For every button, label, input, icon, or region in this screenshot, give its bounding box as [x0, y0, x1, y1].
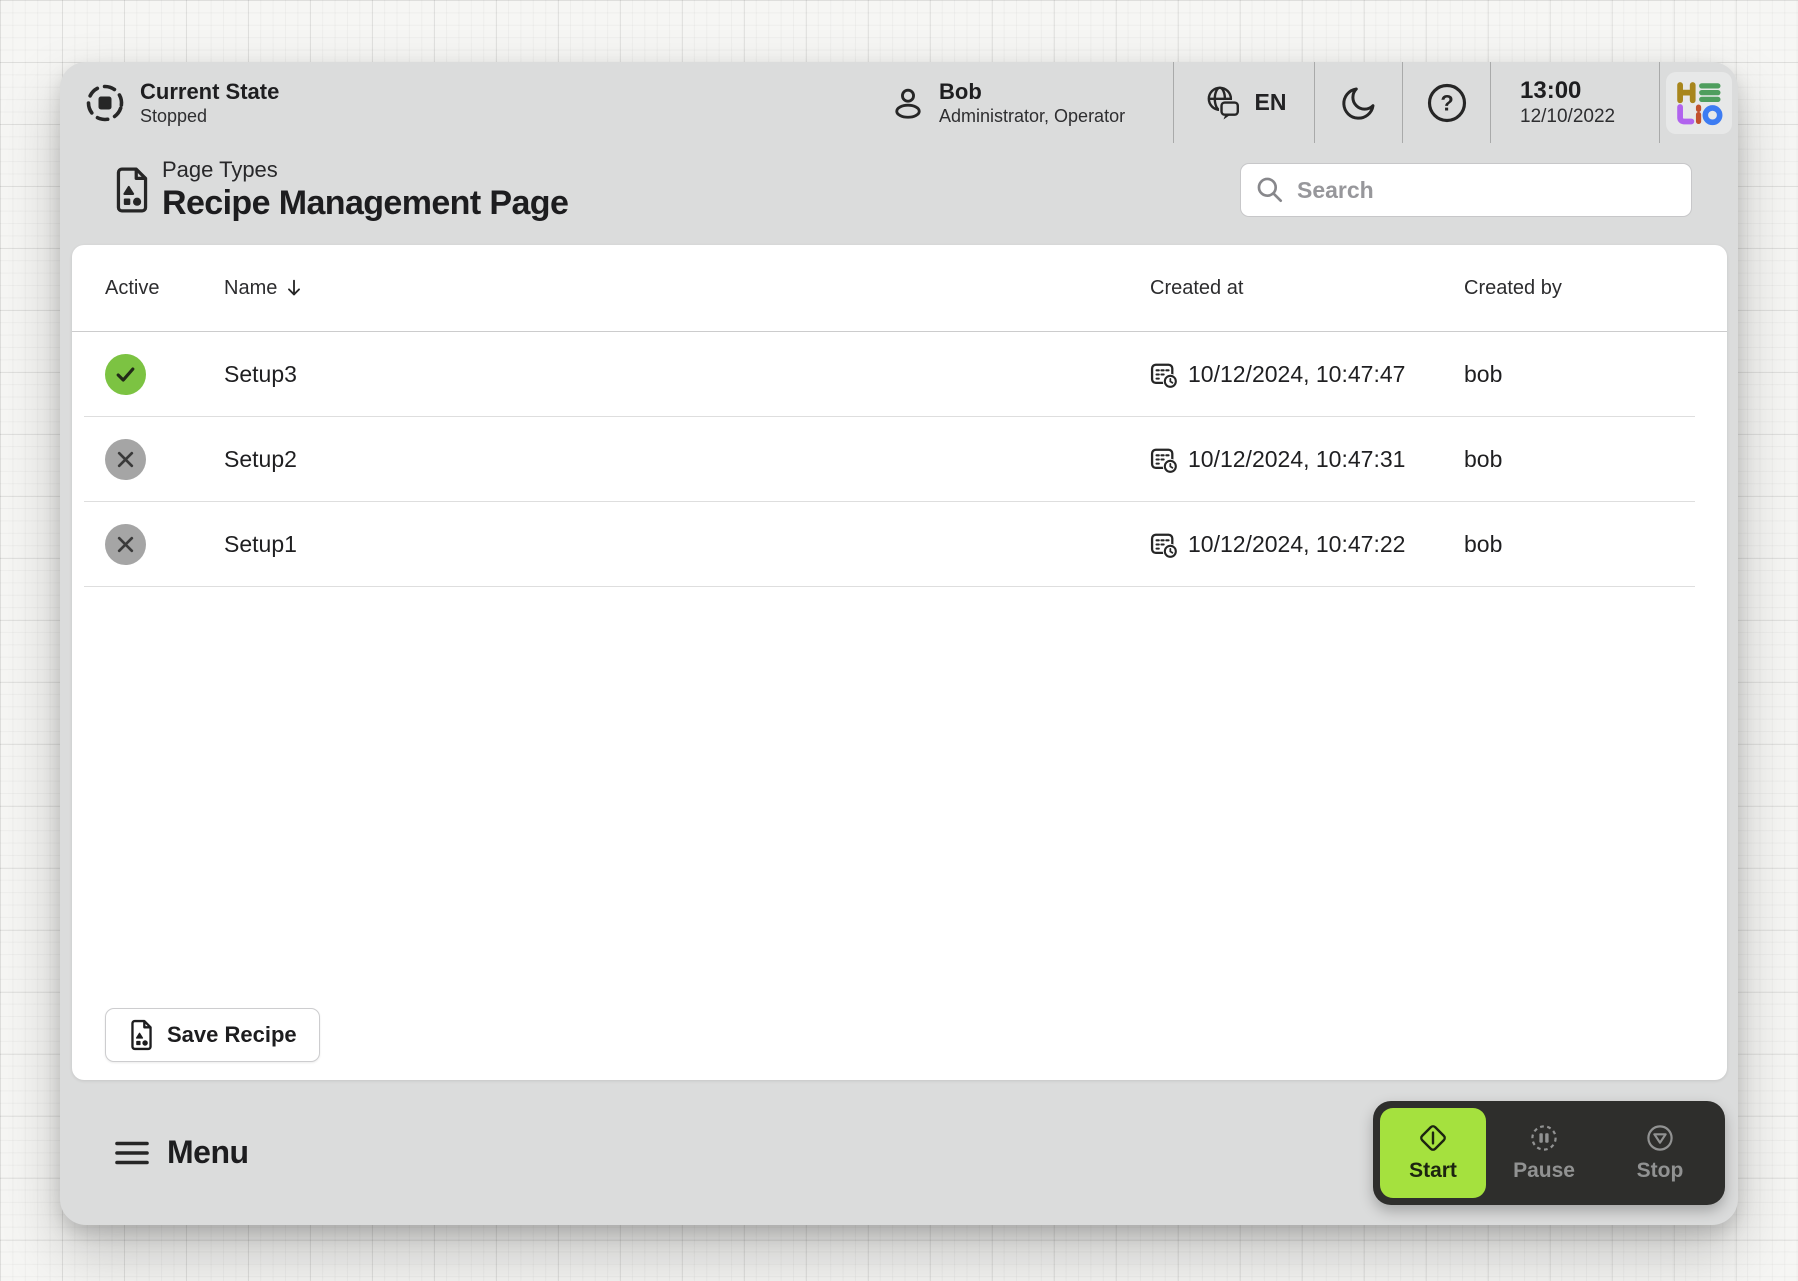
- clock-display: 13:00 12/10/2022: [1491, 62, 1659, 143]
- active-check-icon: [105, 354, 146, 395]
- created-at-value: 10/12/2024, 10:47:22: [1188, 531, 1405, 558]
- page-header: Page Types Recipe Management Page: [60, 143, 1738, 245]
- dark-mode-toggle[interactable]: [1315, 62, 1402, 143]
- inactive-x-icon: [105, 439, 146, 480]
- recipe-name: Setup1: [224, 531, 1126, 558]
- stopped-state-icon: [83, 81, 127, 125]
- created-at-value: 10/12/2024, 10:47:31: [1188, 446, 1405, 473]
- start-icon: [1417, 1122, 1449, 1154]
- language-value: EN: [1255, 89, 1287, 116]
- pause-icon: [1528, 1122, 1560, 1154]
- user-name: Bob: [939, 79, 1125, 104]
- current-state-value: Stopped: [140, 106, 279, 127]
- column-header-created-by: Created by: [1464, 277, 1694, 300]
- table-body: Setup3 10/12/2024, 10:47:47 bob: [72, 332, 1727, 587]
- date-value: 12/10/2022: [1520, 106, 1615, 128]
- svg-text:?: ?: [1440, 90, 1453, 115]
- table-row[interactable]: Setup1 10/12/2024, 10:47:22 bob: [72, 502, 1727, 587]
- help-button[interactable]: ?: [1403, 62, 1490, 143]
- save-recipe-label: Save Recipe: [167, 1022, 297, 1048]
- help-icon: ?: [1426, 82, 1468, 124]
- breadcrumb: Page Types: [162, 158, 568, 182]
- hamburger-menu-icon: [115, 1139, 149, 1167]
- current-state-indicator: Current State Stopped: [60, 62, 279, 143]
- machine-controls: Start Pause: [1373, 1101, 1725, 1205]
- calendar-clock-icon: [1150, 531, 1178, 559]
- menu-button[interactable]: Menu: [115, 1134, 249, 1171]
- page-type-icon: [112, 166, 152, 214]
- helio-logo: [1660, 62, 1738, 143]
- created-at-value: 10/12/2024, 10:47:47: [1188, 361, 1405, 388]
- save-recipe-button[interactable]: Save Recipe: [105, 1008, 320, 1062]
- stop-icon: [1644, 1122, 1676, 1154]
- column-header-name[interactable]: Name: [224, 277, 1126, 300]
- stop-button[interactable]: Stop: [1602, 1108, 1718, 1198]
- start-button[interactable]: Start: [1380, 1108, 1486, 1198]
- time-value: 13:00: [1520, 77, 1615, 105]
- table-row[interactable]: Setup3 10/12/2024, 10:47:47 bob: [72, 332, 1727, 417]
- table-row[interactable]: Setup2 10/12/2024, 10:47:31 bob: [72, 417, 1727, 502]
- language-selector[interactable]: EN: [1174, 62, 1314, 143]
- calendar-clock-icon: [1150, 446, 1178, 474]
- start-label: Start: [1409, 1159, 1457, 1183]
- pause-button[interactable]: Pause: [1486, 1108, 1602, 1198]
- column-header-created-at: Created at: [1150, 277, 1440, 300]
- search-box[interactable]: [1240, 163, 1692, 217]
- page-title: Recipe Management Page: [162, 185, 568, 222]
- app-window: Current State Stopped Bob Administrator,…: [60, 62, 1738, 1225]
- dark-mode-moon-icon: [1339, 83, 1379, 123]
- search-input[interactable]: [1297, 177, 1677, 204]
- save-recipe-icon: [128, 1019, 155, 1051]
- inactive-x-icon: [105, 524, 146, 565]
- helio-logo-tile: [1666, 72, 1732, 134]
- stop-label: Stop: [1637, 1159, 1684, 1183]
- pause-label: Pause: [1513, 1159, 1575, 1183]
- search-icon: [1255, 175, 1285, 205]
- table-header-row: Active Name Created at Created by: [72, 245, 1727, 332]
- column-header-name-label: Name: [224, 277, 277, 300]
- bottom-bar: Menu Start: [60, 1080, 1738, 1225]
- top-bar: Current State Stopped Bob Administrator,…: [60, 62, 1738, 143]
- recipe-table-card: Active Name Created at Created by: [72, 245, 1727, 1080]
- user-menu[interactable]: Bob Administrator, Operator: [873, 62, 1173, 143]
- created-by-value: bob: [1464, 531, 1694, 558]
- created-by-value: bob: [1464, 446, 1694, 473]
- menu-label: Menu: [167, 1134, 249, 1171]
- column-header-active: Active: [105, 277, 200, 300]
- recipe-name: Setup2: [224, 446, 1126, 473]
- current-state-label: Current State: [140, 79, 279, 104]
- language-globe-icon: [1202, 82, 1244, 124]
- calendar-clock-icon: [1150, 361, 1178, 389]
- recipe-name: Setup3: [224, 361, 1126, 388]
- sort-down-icon: [283, 277, 305, 299]
- user-roles: Administrator, Operator: [939, 106, 1125, 127]
- created-by-value: bob: [1464, 361, 1694, 388]
- user-icon: [889, 84, 927, 122]
